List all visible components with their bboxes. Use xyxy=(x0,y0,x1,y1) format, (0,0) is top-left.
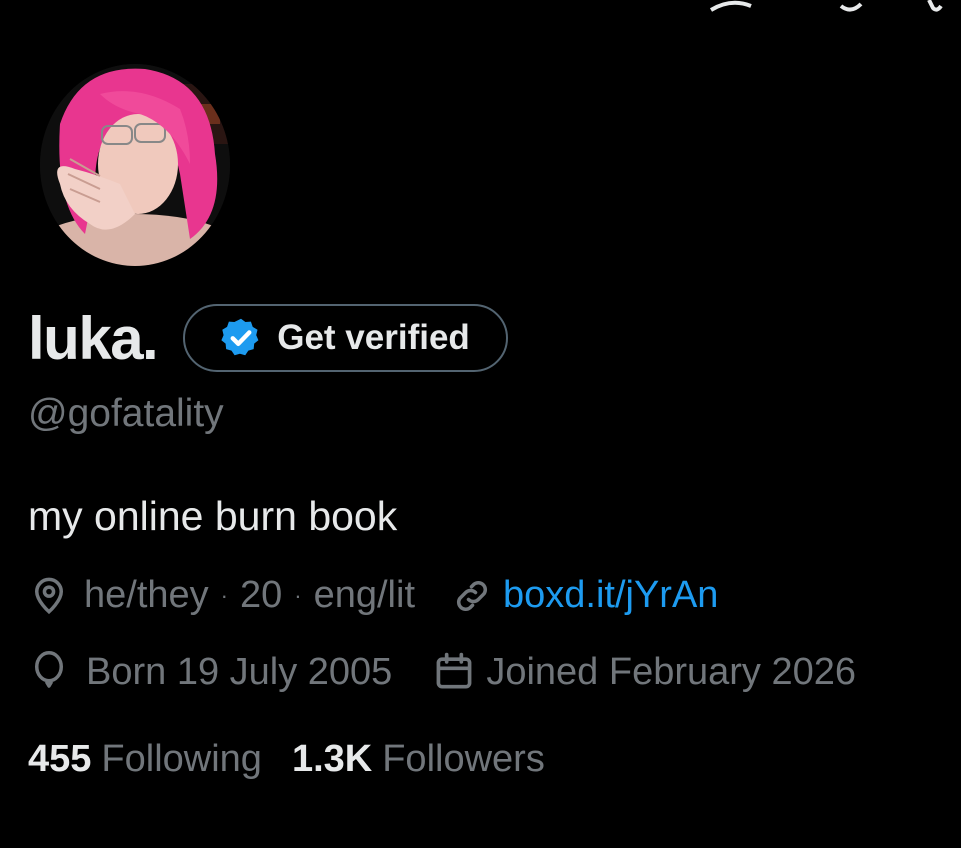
following-count: 455 xyxy=(28,738,92,780)
display-name: luka. xyxy=(28,304,159,372)
following-stat[interactable]: 455 Following xyxy=(28,738,262,781)
profile-link[interactable]: boxd.it/jYrAn xyxy=(503,574,718,617)
location-pin-icon xyxy=(34,577,64,614)
location-pronouns: he/they xyxy=(84,574,209,616)
birthday: Born 19 July 2005 xyxy=(86,650,393,693)
separator-dot: · xyxy=(220,582,228,608)
bio: my online burn book xyxy=(28,493,398,539)
follow-stats: 455 Following 1.3K Followers xyxy=(28,738,575,781)
location-age: 20 xyxy=(239,574,283,616)
link-icon xyxy=(456,580,488,611)
top-bar-icons[interactable] xyxy=(701,0,961,14)
profile-meta-row-2: Born 19 July 2005 Joined February 2026 xyxy=(28,649,856,695)
followers-label: Followers xyxy=(382,738,545,780)
calendar-icon xyxy=(436,652,472,689)
followers-count: 1.3K xyxy=(291,738,373,780)
balloon-icon xyxy=(35,651,63,688)
get-verified-label: Get verified xyxy=(277,318,470,357)
joined-date: Joined February 2026 xyxy=(486,650,857,693)
separator-dot: · xyxy=(294,582,302,608)
location-field: eng/lit xyxy=(313,574,415,616)
followers-stat[interactable]: 1.3K Followers xyxy=(292,738,545,781)
name-row: luka. Get verified xyxy=(28,300,508,376)
avatar[interactable] xyxy=(40,64,230,266)
handle: @gofatality xyxy=(28,392,224,435)
profile-meta-row-1: he/they · 20 · eng/lit boxd.it/jYrAn xyxy=(28,574,718,617)
verified-badge-icon xyxy=(221,318,259,356)
following-label: Following xyxy=(101,738,262,780)
get-verified-button[interactable]: Get verified xyxy=(183,304,508,372)
